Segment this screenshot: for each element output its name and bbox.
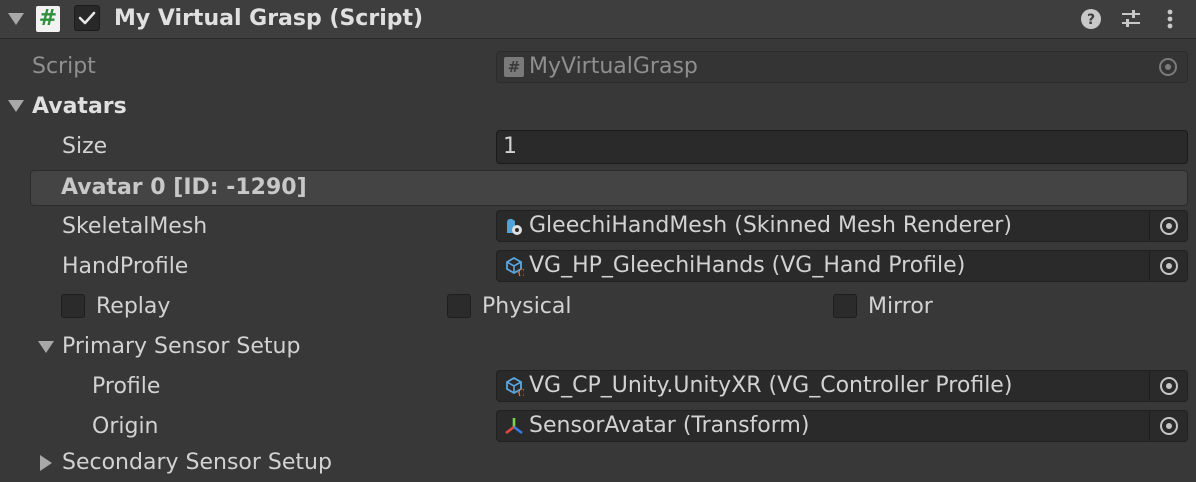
hand-profile-value: VG_HP_GleechiHands (VG_Hand Profile) [529, 253, 966, 278]
secondary-sensor-setup-label[interactable]: Secondary Sensor Setup [62, 450, 332, 476]
hand-profile-label: HandProfile [62, 254, 189, 279]
controller-profile-value: VG_CP_Unity.UnityXR (VG_Controller Profi… [529, 373, 1013, 398]
help-icon[interactable]: ? [1080, 8, 1102, 30]
skeletal-mesh-value: GleechiHandMesh (Skinned Mesh Renderer) [529, 213, 1012, 238]
origin-value: SensorAvatar (Transform) [529, 413, 810, 438]
component-enabled-checkbox[interactable] [74, 5, 100, 31]
origin-picker-button[interactable] [1149, 411, 1187, 441]
primary-sensor-setup-label[interactable]: Primary Sensor Setup [62, 334, 300, 360]
svg-text:{}: {} [517, 268, 524, 276]
profile-label: Profile [92, 374, 161, 399]
controller-profile-picker-button[interactable] [1149, 371, 1187, 401]
preset-icon[interactable] [1120, 8, 1142, 30]
origin-label: Origin [92, 414, 159, 439]
scriptable-object-icon: {} [506, 256, 524, 276]
mirror-checkbox[interactable] [833, 294, 857, 318]
avatar-element-header[interactable]: Avatar 0 [ID: -1290] [30, 170, 1188, 206]
script-field: # MyVirtualGrasp [496, 51, 1188, 83]
svg-text:{}: {} [517, 388, 524, 396]
component-title: My Virtual Grasp (Script) [114, 6, 424, 31]
script-component-icon: # [36, 6, 60, 32]
scriptable-object-icon: {} [506, 376, 524, 396]
script-value: MyVirtualGrasp [529, 54, 698, 79]
component-header[interactable]: # My Virtual Grasp (Script) ? [0, 0, 1196, 39]
physical-label: Physical [482, 294, 572, 319]
mirror-label: Mirror [868, 294, 933, 319]
skeletal-mesh-label: SkeletalMesh [62, 214, 208, 239]
controller-profile-field[interactable]: {} VG_CP_Unity.UnityXR (VG_Controller Pr… [496, 370, 1188, 402]
replay-label: Replay [96, 294, 171, 319]
script-picker-button [1149, 52, 1187, 82]
origin-field[interactable]: SensorAvatar (Transform) [496, 410, 1188, 442]
kebab-menu-icon[interactable] [1162, 8, 1178, 30]
hand-profile-field[interactable]: {} VG_HP_GleechiHands (VG_Hand Profile) [496, 250, 1188, 282]
foldout-arrow-icon[interactable] [8, 13, 24, 25]
physical-checkbox[interactable] [447, 294, 471, 318]
replay-checkbox[interactable] [61, 294, 85, 318]
script-asset-icon: # [504, 57, 524, 77]
skeletal-mesh-picker-button[interactable] [1149, 211, 1187, 241]
secondary-sensor-foldout-arrow-icon[interactable] [40, 455, 52, 471]
size-value: 1 [503, 134, 517, 159]
skeletal-mesh-field[interactable]: GleechiHandMesh (Skinned Mesh Renderer) [496, 210, 1188, 242]
size-label: Size [62, 134, 108, 159]
checkmark-icon [78, 11, 96, 25]
primary-sensor-foldout-arrow-icon[interactable] [38, 341, 54, 353]
size-input[interactable]: 1 [496, 130, 1188, 164]
avatar-element-title: Avatar 0 [ID: -1290] [61, 175, 307, 200]
avatars-label[interactable]: Avatars [32, 94, 127, 120]
transform-axes-icon [505, 418, 523, 435]
hand-profile-picker-button[interactable] [1149, 251, 1187, 281]
skinned-mesh-renderer-icon [507, 218, 522, 235]
svg-text:?: ? [1087, 12, 1095, 28]
avatars-foldout-arrow-icon[interactable] [8, 100, 24, 112]
script-label: Script [32, 54, 96, 79]
